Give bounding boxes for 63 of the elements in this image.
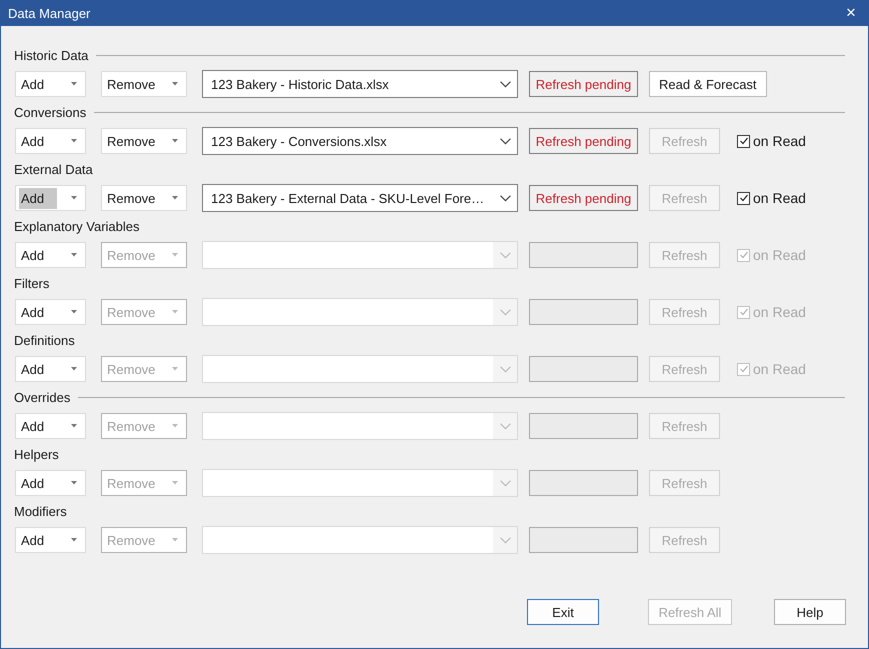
add-dropdown-button[interactable]: Add bbox=[15, 242, 86, 268]
footer-button[interactable]: Help bbox=[774, 599, 846, 625]
caret-icon bbox=[71, 424, 77, 428]
caret-icon bbox=[172, 253, 178, 257]
add-dropdown-button[interactable]: Add bbox=[15, 185, 86, 211]
checkbox-label[interactable]: on Read bbox=[753, 133, 806, 149]
caret-icon bbox=[71, 139, 77, 143]
caret-icon bbox=[71, 367, 77, 371]
chevron-down-icon bbox=[500, 194, 511, 202]
caret-icon bbox=[71, 82, 77, 86]
chevron-down-icon bbox=[500, 80, 511, 88]
caret-icon bbox=[71, 481, 77, 485]
add-dropdown-button[interactable]: Add bbox=[15, 527, 86, 553]
file-dropdown[interactable]: 123 Bakery - Conversions.xlsx bbox=[202, 127, 518, 155]
status-field: Refresh pending bbox=[529, 71, 638, 97]
caret-icon bbox=[71, 310, 77, 314]
section-title: External Data bbox=[14, 162, 93, 176]
section-title: Historic Data bbox=[14, 48, 88, 62]
section-title: Explanatory Variables bbox=[14, 218, 140, 234]
chevron-down-icon bbox=[500, 252, 511, 258]
caret-icon bbox=[172, 538, 178, 542]
file-dropdown[interactable]: 123 Bakery - Historic Data.xlsx bbox=[202, 70, 518, 98]
chevron-down-icon bbox=[500, 366, 511, 372]
status-field: Refresh pending bbox=[529, 128, 638, 154]
remove-dropdown-button[interactable]: Remove bbox=[101, 71, 187, 97]
add-dropdown-button[interactable]: Add bbox=[15, 413, 86, 439]
chevron-down-icon bbox=[500, 536, 511, 544]
caret-icon bbox=[172, 139, 178, 143]
caret-icon bbox=[71, 253, 77, 257]
add-dropdown-button[interactable]: Add bbox=[15, 470, 86, 496]
checkbox-label[interactable]: on Read bbox=[753, 190, 806, 206]
file-dropdown[interactable]: 123 Bakery - External Data - SKU-Level Fore… bbox=[202, 184, 518, 212]
caret-icon bbox=[172, 310, 178, 314]
caret-icon bbox=[71, 538, 77, 542]
section-title: Modifiers bbox=[14, 504, 67, 518]
caret-icon bbox=[172, 424, 178, 428]
caret-icon bbox=[71, 196, 77, 200]
add-dropdown-button[interactable]: Add bbox=[15, 299, 86, 325]
chevron-down-icon bbox=[500, 480, 511, 486]
chevron-down-icon bbox=[500, 308, 511, 316]
section-title: Filters bbox=[14, 276, 50, 290]
footer-button[interactable]: Exit bbox=[527, 599, 599, 625]
close-button[interactable]: × bbox=[834, 2, 868, 24]
add-dropdown-button[interactable]: Add bbox=[15, 128, 86, 154]
add-dropdown-button[interactable]: Add bbox=[15, 356, 86, 382]
section-title: Helpers bbox=[14, 446, 59, 462]
window-title: Data Manager bbox=[7, 6, 90, 20]
section-title: Conversions bbox=[14, 104, 86, 120]
status-field: Refresh pending bbox=[529, 185, 638, 211]
caret-icon bbox=[172, 82, 178, 86]
remove-dropdown-button[interactable]: Remove bbox=[101, 128, 187, 154]
section-title: Overrides bbox=[14, 390, 70, 404]
add-dropdown-button[interactable]: Add bbox=[15, 71, 86, 97]
chevron-down-icon bbox=[500, 138, 511, 144]
checkbox[interactable] bbox=[737, 192, 750, 204]
caret-icon bbox=[172, 196, 178, 200]
checkbox[interactable] bbox=[737, 134, 750, 148]
remove-dropdown-button[interactable]: Remove bbox=[101, 185, 187, 211]
section-title: Definitions bbox=[14, 332, 75, 348]
caret-icon bbox=[172, 367, 178, 371]
refresh-button[interactable]: Read & Forecast bbox=[649, 71, 767, 97]
chevron-down-icon bbox=[500, 422, 511, 430]
caret-icon bbox=[172, 481, 178, 485]
